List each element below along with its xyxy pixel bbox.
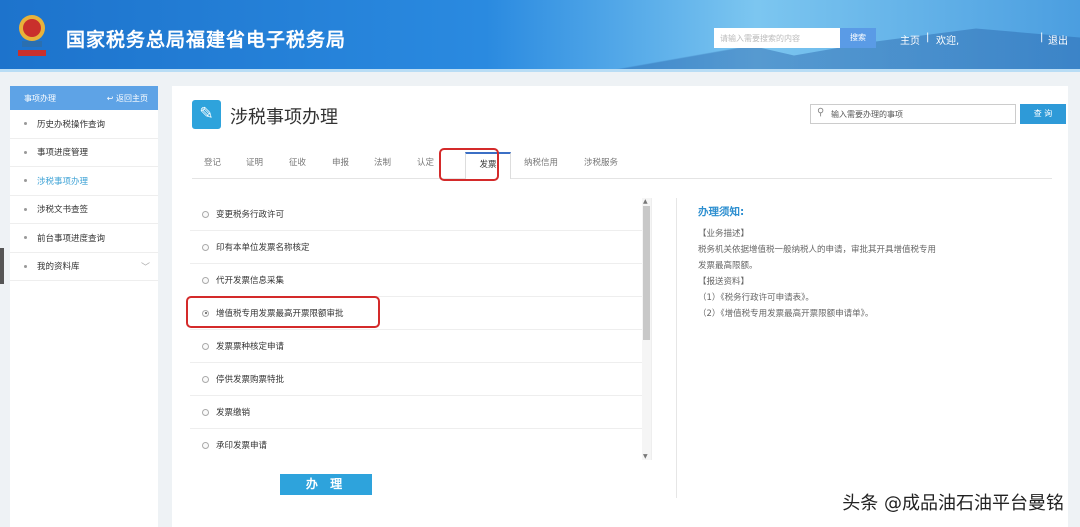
list-item[interactable]: 变更税务行政许可 [190, 198, 651, 231]
scroll-thumb[interactable] [643, 206, 650, 340]
sidebar-item[interactable]: 我的资料库 ﹀ [10, 253, 158, 281]
page-title: 涉税事项办理 [230, 107, 338, 128]
tab[interactable]: 登记 [204, 156, 221, 168]
back-home-link[interactable]: ↩ 返回主页 [107, 93, 148, 104]
header: 国家税务总局福建省电子税务局 请输入需要搜索的内容 搜索 主页 | 欢迎, | … [0, 0, 1080, 72]
list-item[interactable]: 代开发票信息采集 [190, 264, 651, 297]
main-panel: ✎ 涉税事项办理 ⚲ 输入需要办理的事项 查 询 登记 证明 征收 申报 法制 认… [172, 86, 1068, 527]
search-icon: ⚲ [817, 107, 825, 118]
header-search-input[interactable]: 请输入需要搜索的内容 [714, 28, 840, 48]
sidebar-item[interactable]: 涉税文书查签 [10, 196, 158, 224]
sidebar-item-active[interactable]: 涉税事项办理 [10, 167, 158, 196]
list-item[interactable]: 发票缴销 [190, 396, 651, 429]
submit-button[interactable]: 办 理 [280, 474, 372, 495]
home-link[interactable]: 主页 [900, 32, 920, 47]
sidebar-item[interactable]: 前台事项进度查询 [10, 224, 158, 253]
list-item[interactable]: 承印发票申请 [190, 429, 651, 460]
chevron-down-icon: ﹀ [140, 262, 150, 273]
divider [676, 198, 677, 498]
tax-emblem-icon [18, 15, 46, 56]
logout-link[interactable]: 退出 [1048, 32, 1068, 47]
sidebar: 事项办理 ↩ 返回主页 历史办税操作查询 事项进度管理 涉税事项办理 涉税文书查… [10, 86, 158, 527]
tab[interactable]: 征收 [289, 156, 306, 168]
tab[interactable]: 证明 [246, 156, 263, 168]
tab[interactable]: 申报 [332, 156, 349, 168]
tab[interactable]: 法制 [374, 156, 391, 168]
tab[interactable]: 认定 [417, 156, 434, 168]
sidebar-item[interactable]: 历史办税操作查询 [10, 110, 158, 139]
side-handle[interactable] [0, 248, 4, 284]
list-item[interactable]: 停供发票购票特批 [190, 363, 651, 396]
item-list: 变更税务行政许可 印有本单位发票名称核定 代开发票信息采集 增值税专用发票最高开… [190, 198, 652, 460]
edit-icon: ✎ [192, 100, 221, 129]
sidebar-title: 事项办理 [24, 93, 56, 103]
watermark: 头条 @成品油石油平台曼铭 [842, 493, 1064, 514]
header-search-button[interactable]: 搜索 [840, 28, 876, 48]
list-scrollbar[interactable]: ▲ ▼ [642, 198, 651, 460]
sidebar-header: 事项办理 ↩ 返回主页 [10, 86, 158, 110]
category-tabs: 登记 证明 征收 申报 法制 认定 发票 纳税信用 涉税服务 [192, 148, 1052, 179]
welcome-text: 欢迎, [936, 36, 960, 47]
instructions-panel: 办理须知: 【业务描述】 税务机关依据增值税一般纳税人的申请，审批其开具增值税专… [698, 206, 937, 319]
query-button[interactable]: 查 询 [1020, 104, 1066, 124]
highlight-box [186, 296, 380, 328]
tab[interactable]: 纳税信用 [524, 156, 558, 168]
back-arrow-icon: ↩ [106, 93, 116, 103]
item-search-input[interactable]: ⚲ 输入需要办理的事项 [810, 104, 1016, 124]
tab[interactable]: 涉税服务 [584, 156, 618, 168]
sidebar-item[interactable]: 事项进度管理 [10, 139, 158, 167]
highlight-box [439, 148, 499, 181]
site-title: 国家税务总局福建省电子税务局 [66, 29, 347, 51]
list-item[interactable]: 发票票种核定申请 [190, 330, 651, 363]
list-item[interactable]: 印有本单位发票名称核定 [190, 231, 651, 264]
